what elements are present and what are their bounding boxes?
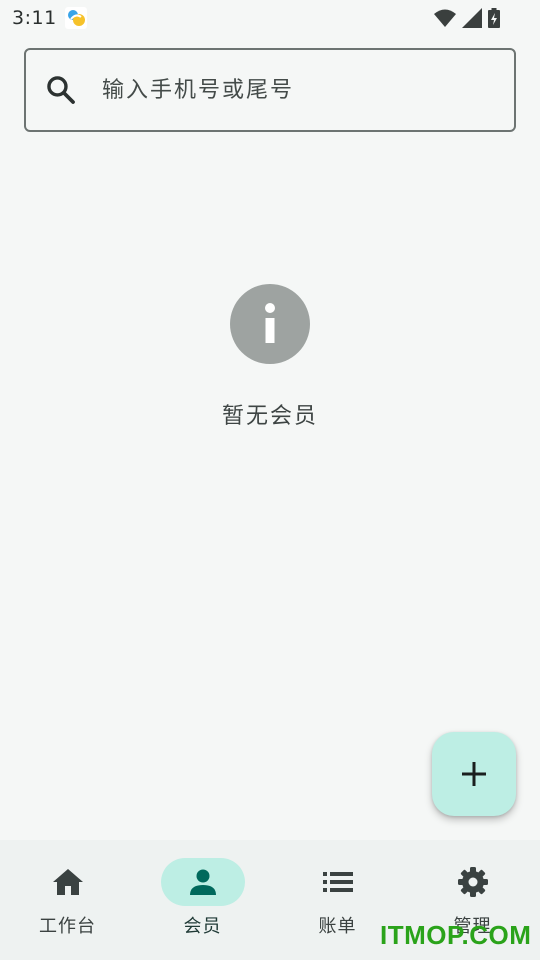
search-icon (47, 76, 75, 104)
info-icon (230, 284, 310, 364)
nav-icon-wrap (26, 858, 110, 906)
nav-item-members[interactable]: 会员 (135, 840, 270, 960)
nav-icon-wrap (431, 858, 515, 906)
add-member-button[interactable] (432, 732, 516, 816)
empty-message: 暂无会员 (221, 404, 318, 429)
home-icon (52, 869, 83, 895)
nav-label-members: 会员 (183, 916, 222, 937)
battery-charging-icon (488, 8, 500, 28)
signal-icon (462, 8, 482, 28)
person-icon (189, 869, 216, 895)
search-box[interactable] (24, 48, 516, 132)
nav-icon-wrap (296, 858, 380, 906)
gear-icon (457, 867, 488, 897)
nav-item-workbench[interactable]: 工作台 (0, 840, 135, 960)
list-icon (322, 872, 353, 892)
plus-icon (462, 762, 486, 786)
watermark: ITMOP.COM (380, 920, 532, 950)
wifi-icon (434, 9, 456, 27)
gradient-app-icon (64, 7, 87, 29)
empty-state: 暂无会员 (0, 284, 540, 430)
status-bar: 3:11 (0, 0, 540, 36)
screen: 3:11 输入手机号或尾号 暂无会员 工作台 会员 账单 管理 ITMOP.CO… (0, 0, 540, 960)
status-left: 3:11 (12, 7, 87, 29)
nav-label-workbench: 工作台 (39, 916, 96, 937)
nav-label-bills: 账单 (318, 916, 357, 937)
search-input[interactable] (102, 50, 514, 130)
status-right (434, 8, 500, 28)
nav-icon-wrap-active (160, 858, 245, 906)
status-time: 3:11 (12, 7, 57, 29)
